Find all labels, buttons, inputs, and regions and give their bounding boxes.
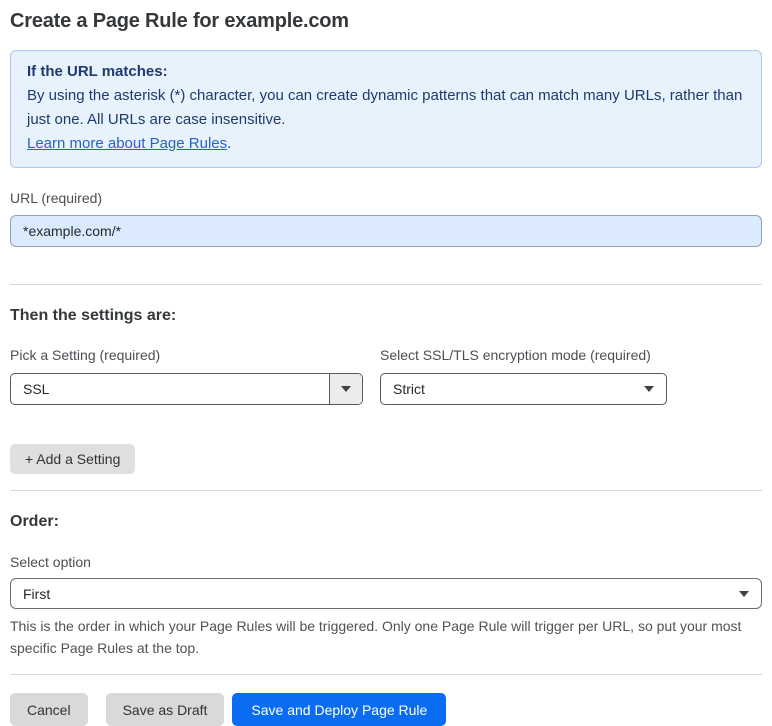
- save-draft-button[interactable]: Save as Draft: [105, 693, 225, 726]
- pick-setting-label: Pick a Setting (required): [10, 347, 161, 363]
- ssl-mode-picker-group: Select SSL/TLS encryption mode (required…: [380, 346, 667, 405]
- learn-more-link[interactable]: Learn more about Page Rules: [27, 135, 227, 152]
- divider: [10, 284, 762, 285]
- url-match-info-box: If the URL matches: By using the asteris…: [10, 50, 762, 168]
- caret-down-icon: [341, 386, 351, 392]
- settings-row: Pick a Setting (required) SSL Select SSL…: [10, 346, 762, 405]
- ssl-mode-select-value: Strict: [393, 381, 425, 397]
- divider: [10, 490, 762, 491]
- order-help-text: This is the order in which your Page Rul…: [10, 618, 742, 656]
- create-page-rule-form: Create a Page Rule for example.com If th…: [0, 0, 772, 726]
- url-input[interactable]: [10, 215, 762, 247]
- setting-select-caret-button[interactable]: [329, 374, 362, 404]
- setting-select[interactable]: SSL: [10, 373, 363, 405]
- settings-section-heading: Then the settings are:: [10, 307, 177, 324]
- footer-actions: Cancel Save as Draft Save and Deploy Pag…: [10, 693, 762, 726]
- info-box-heading: If the URL matches:: [27, 63, 168, 80]
- save-deploy-button[interactable]: Save and Deploy Page Rule: [232, 693, 447, 726]
- select-option-label: Select option: [10, 554, 91, 570]
- order-select[interactable]: First: [10, 578, 762, 609]
- caret-down-icon: [739, 590, 749, 597]
- divider: [10, 674, 762, 675]
- order-section-heading: Order:: [10, 513, 59, 530]
- setting-select-value: SSL: [23, 381, 50, 397]
- cancel-button[interactable]: Cancel: [10, 693, 88, 726]
- url-label: URL (required): [10, 190, 103, 206]
- page-title: Create a Page Rule for example.com: [10, 10, 349, 32]
- info-box-link-line: Learn more about Page Rules.: [27, 132, 745, 156]
- add-setting-button[interactable]: + Add a Setting: [10, 444, 136, 474]
- caret-down-icon: [644, 386, 654, 392]
- info-box-body: By using the asterisk (*) character, you…: [27, 87, 743, 128]
- order-caret-wrap: [727, 579, 761, 608]
- ssl-mode-select[interactable]: Strict: [380, 373, 667, 405]
- ssl-mode-caret-wrap: [632, 374, 666, 404]
- ssl-mode-label: Select SSL/TLS encryption mode (required…: [380, 347, 651, 363]
- order-select-value: First: [23, 585, 51, 602]
- link-suffix: .: [227, 135, 232, 152]
- setting-picker-group: Pick a Setting (required) SSL: [10, 346, 363, 405]
